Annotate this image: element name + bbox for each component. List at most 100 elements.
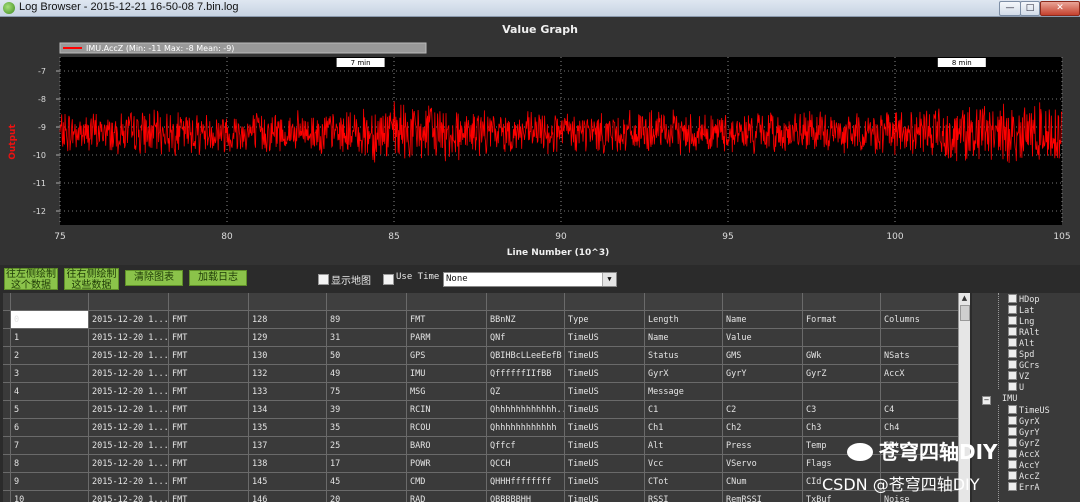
table-cell[interactable] [723, 293, 803, 311]
table-cell[interactable]: Type [565, 311, 645, 329]
table-cell[interactable]: 145 [249, 473, 327, 491]
row-header-cell[interactable] [3, 329, 11, 347]
table-cell[interactable]: TimeUS [565, 437, 645, 455]
table-cell[interactable] [723, 383, 803, 401]
tree-item[interactable]: Lat [1008, 305, 1034, 316]
table-cell[interactable]: FMT [169, 383, 249, 401]
table-cell[interactable]: QBIHBcLLeeEefB [487, 347, 565, 365]
table-cell[interactable]: FMT [169, 401, 249, 419]
table-cell[interactable]: CTot [645, 473, 723, 491]
plot-right-button[interactable]: 往右侧绘制 这些数据 [64, 268, 119, 291]
table-cell[interactable]: 2015-12-20 1... [89, 473, 169, 491]
table-cell[interactable]: TimeUS [565, 329, 645, 347]
table-header-row[interactable] [3, 293, 958, 311]
table-cell[interactable]: 31 [327, 329, 407, 347]
table-cell[interactable]: FMT [169, 437, 249, 455]
table-cell[interactable]: TimeUS [565, 419, 645, 437]
table-cell[interactable]: Length [645, 311, 723, 329]
table-cell[interactable]: GPS [407, 347, 487, 365]
table-cell[interactable]: 130 [249, 347, 327, 365]
scroll-up-icon[interactable]: ▲ [959, 293, 970, 304]
tree-item[interactable]: U [1008, 382, 1024, 393]
table-cell[interactable]: TimeUS [565, 401, 645, 419]
checkbox-icon[interactable] [1008, 416, 1017, 425]
checkbox-icon[interactable] [1008, 471, 1017, 480]
show-map-checkbox[interactable] [318, 274, 329, 285]
row-header-cell[interactable] [3, 473, 11, 491]
table-row[interactable]: 7 2015-12-20 1... FMT 137 25 BARO Qffcf TimeUS A… [3, 437, 958, 455]
row-header-cell[interactable] [3, 347, 11, 365]
table-cell[interactable]: Qffcf [487, 437, 565, 455]
clear-graph-button[interactable]: 清除图表 [125, 270, 183, 286]
tree-item[interactable]: Lng [1008, 316, 1034, 327]
table-cell[interactable]: RemRSSI [723, 491, 803, 502]
table-cell[interactable]: MSG [407, 383, 487, 401]
table-cell[interactable] [249, 293, 327, 311]
load-log-button[interactable]: 加载日志 [189, 270, 247, 286]
value-graph[interactable]: Value Graph IMU.AccZ (Min: -11 Max: -8 Me… [0, 17, 1080, 265]
tree-item[interactable]: AccX [1008, 449, 1039, 460]
table-cell[interactable]: Qhhhhhhhhhhhh... [487, 401, 565, 419]
table-cell[interactable]: 2015-12-20 1... [89, 491, 169, 502]
table-cell[interactable]: GyrY [723, 365, 803, 383]
tree-item[interactable]: RAlt [1008, 327, 1039, 338]
table-cell[interactable]: 75 [327, 383, 407, 401]
close-button[interactable]: ✕ [1040, 1, 1080, 16]
table-cell[interactable]: 1 [11, 329, 89, 347]
table-cell[interactable]: 20 [327, 491, 407, 502]
table-cell[interactable]: BARO [407, 437, 487, 455]
table-cell[interactable]: 3 [11, 365, 89, 383]
table-cell[interactable]: 134 [249, 401, 327, 419]
table-row[interactable]: 10 2015-12-20 1... FMT 146 20 RAD QBBBBBHH Time… [3, 491, 958, 502]
checkbox-icon[interactable] [1008, 460, 1017, 469]
table-cell[interactable]: GyrZ [803, 365, 881, 383]
checkbox-icon[interactable] [1008, 405, 1017, 414]
row-header-cell[interactable] [3, 401, 11, 419]
table-cell[interactable]: 39 [327, 401, 407, 419]
table-cell[interactable]: Qhhhhhhhhhhhh [487, 419, 565, 437]
table-cell[interactable]: BBnNZ [487, 311, 565, 329]
table-cell[interactable]: 138 [249, 455, 327, 473]
table-cell[interactable]: Name [723, 311, 803, 329]
table-cell[interactable] [881, 293, 958, 311]
table-cell[interactable] [487, 293, 565, 311]
table-cell[interactable]: 9 [11, 473, 89, 491]
table-cell[interactable]: 0 [11, 311, 89, 329]
table-cell[interactable]: 132 [249, 365, 327, 383]
table-cell[interactable]: GyrX [645, 365, 723, 383]
table-cell[interactable]: FMT [169, 473, 249, 491]
table-cell[interactable]: FMT [169, 365, 249, 383]
table-cell[interactable]: QZ [487, 383, 565, 401]
table-cell[interactable]: 17 [327, 455, 407, 473]
tree-item[interactable]: GyrY [1008, 427, 1039, 438]
field-tree[interactable]: HDop Lat Lng RAlt Alt Spd GCrs VZ U − IMU TimeUS Gyr… [972, 293, 1080, 502]
table-cell[interactable]: 146 [249, 491, 327, 502]
table-cell[interactable]: Message [645, 383, 723, 401]
table-cell[interactable]: Press [723, 437, 803, 455]
row-header-cell[interactable] [3, 455, 11, 473]
tree-item[interactable]: TimeUS [1008, 405, 1050, 416]
tree-item[interactable]: AccY [1008, 460, 1039, 471]
table-cell[interactable]: 7 [11, 437, 89, 455]
row-header-cell[interactable] [3, 383, 11, 401]
table-row[interactable]: 6 2015-12-20 1... FMT 135 35 RCOU Qhhhhhhhhhhh… [3, 419, 958, 437]
table-cell[interactable] [565, 293, 645, 311]
table-cell[interactable]: RCIN [407, 401, 487, 419]
checkbox-icon[interactable] [1008, 449, 1017, 458]
table-cell[interactable]: 135 [249, 419, 327, 437]
collapse-icon[interactable]: − [982, 396, 991, 405]
table-cell[interactable]: 2015-12-20 1... [89, 365, 169, 383]
table-cell[interactable]: GWk [803, 347, 881, 365]
table-cell[interactable]: Value [723, 329, 803, 347]
table-cell[interactable]: 2015-12-20 1... [89, 383, 169, 401]
table-cell[interactable]: CMD [407, 473, 487, 491]
log-table[interactable]: 0 2015-12-20 1... FMT 128 89 FMT BBnNZ Type Leng… [3, 293, 958, 502]
checkbox-icon[interactable] [1008, 316, 1017, 325]
tree-item[interactable]: AccZ [1008, 471, 1039, 482]
table-cell[interactable]: 2015-12-20 1... [89, 437, 169, 455]
checkbox-icon[interactable] [1008, 349, 1017, 358]
table-cell[interactable]: QBBBBBHH [487, 491, 565, 502]
checkbox-icon[interactable] [1008, 427, 1017, 436]
table-cell[interactable]: Alt [645, 437, 723, 455]
table-cell[interactable]: 133 [249, 383, 327, 401]
